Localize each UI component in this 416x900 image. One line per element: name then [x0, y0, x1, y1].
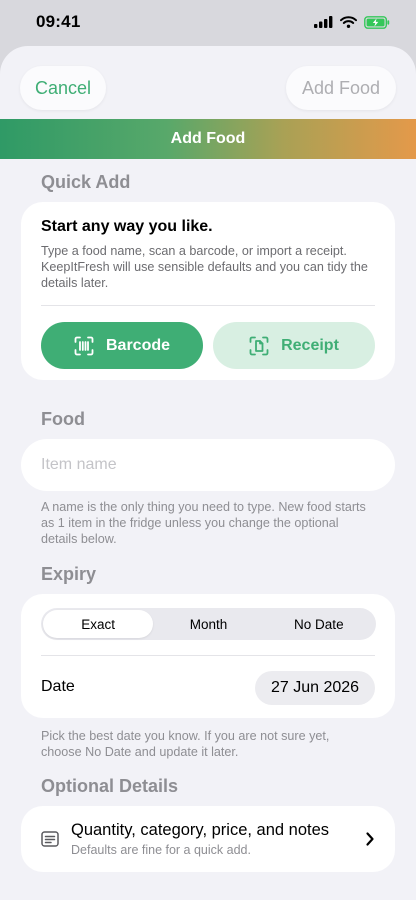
- optional-details-subtitle: Defaults are fine for a quick add.: [71, 843, 251, 857]
- status-icons: [314, 15, 390, 29]
- optional-details-title: Quantity, category, price, and notes: [71, 821, 330, 839]
- cancel-button[interactable]: Cancel: [20, 66, 106, 110]
- date-picker-button[interactable]: 27 Jun 2026: [255, 671, 375, 705]
- quick-add-buttons: Barcode Receipt: [41, 322, 375, 369]
- notes-list-icon: [41, 831, 59, 847]
- quick-add-section-title: Quick Add: [41, 172, 131, 192]
- title-banner: Add Food: [0, 119, 416, 159]
- item-name-input[interactable]: [21, 439, 395, 491]
- battery-charging-icon: [364, 15, 390, 29]
- banner-title: Add Food: [170, 130, 246, 147]
- quick-add-description: Type a food name, scan a barcode, or imp…: [41, 244, 368, 290]
- receipt-scan-icon: [249, 336, 269, 355]
- barcode-scan-icon: [74, 336, 94, 355]
- food-helper-text: A name is the only thing you need to typ…: [41, 500, 366, 546]
- chevron-right-icon: [366, 832, 374, 846]
- nav-row: Cancel Add Food: [20, 66, 396, 110]
- receipt-button[interactable]: Receipt: [213, 322, 375, 369]
- receipt-label: Receipt: [281, 336, 339, 354]
- food-section-title: Food: [41, 409, 85, 429]
- expiry-mode-segmented-control: Exact Month No Date: [41, 608, 376, 640]
- optional-details-row[interactable]: Quantity, category, price, and notes Def…: [21, 806, 395, 872]
- optional-section-title: Optional Details: [41, 776, 179, 796]
- segment-exact[interactable]: Exact: [43, 610, 154, 638]
- barcode-label: Barcode: [105, 336, 171, 354]
- expiry-helper-text: Pick the best date you know. If you are …: [41, 729, 330, 759]
- expiry-card: Exact Month No Date Date 27 Jun 2026: [21, 594, 395, 718]
- wifi-icon: [340, 16, 357, 28]
- quick-add-card: Start any way you like. Type a food name…: [21, 202, 395, 380]
- divider: [41, 305, 375, 306]
- expiry-section-title: Expiry: [41, 564, 97, 584]
- segment-no-date[interactable]: No Date: [264, 610, 374, 638]
- optional-details-text: Quantity, category, price, and notes Def…: [71, 821, 365, 857]
- add-food-button[interactable]: Add Food: [286, 66, 396, 110]
- cellular-signal-icon: [314, 16, 333, 28]
- status-bar: 09:41: [0, 0, 416, 44]
- segment-month[interactable]: Month: [153, 610, 263, 638]
- barcode-button[interactable]: Barcode: [41, 322, 203, 369]
- quick-add-heading: Start any way you like.: [41, 218, 213, 235]
- divider: [41, 655, 375, 656]
- status-time: 09:41: [36, 12, 81, 31]
- date-label: Date: [41, 678, 75, 695]
- add-food-sheet: Cancel Add Food Add Food Quick Add Start…: [0, 46, 416, 900]
